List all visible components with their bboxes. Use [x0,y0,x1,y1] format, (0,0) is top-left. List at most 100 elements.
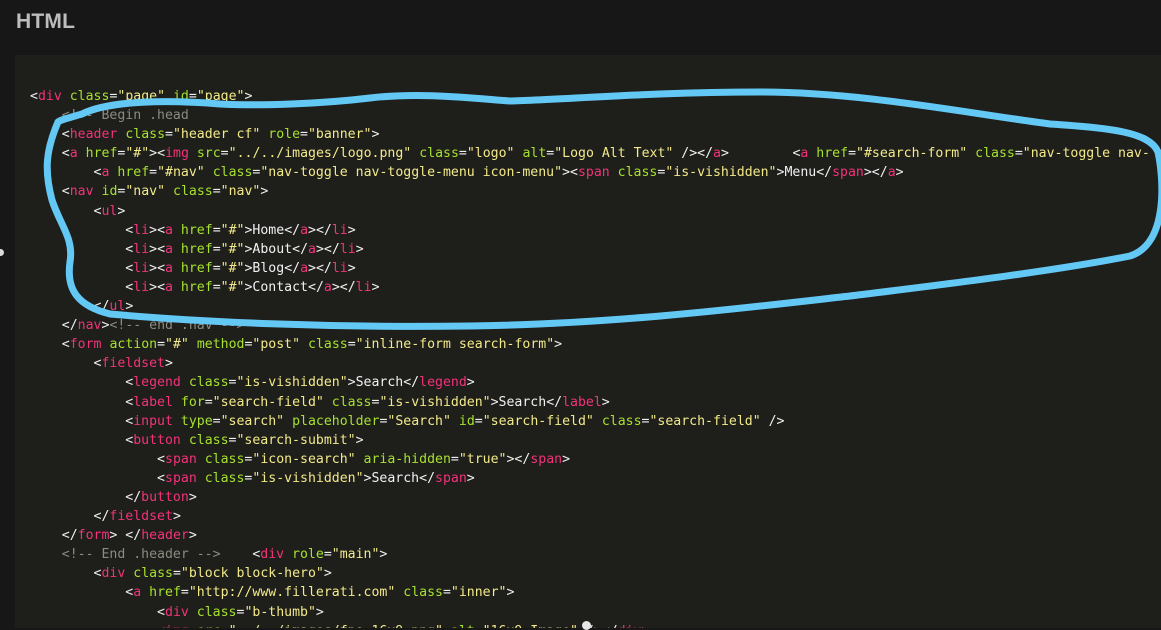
code-token: ></ [863,165,888,181]
code-line[interactable]: </fieldset> [30,507,1150,526]
code-line[interactable]: <li><a href="#">Home</a></li> [30,221,1150,240]
code-token: fieldset [101,356,166,372]
code-token: </ [308,279,324,295]
code-block[interactable]: <div class="page" id="page"> <!-- Begin … [30,87,1150,628]
code-token: "#" [220,222,245,238]
code-line[interactable]: <div class="block block-hero"> [30,564,1150,583]
code-line[interactable]: <li><a href="#">Blog</a></li> [30,259,1150,278]
code-token: span [435,470,467,486]
code-token: "inline-form search-form" [355,337,555,353]
code-token: alt [522,146,547,162]
code-token: = [212,260,221,276]
code-token: li [355,279,372,295]
code-line[interactable]: <header class="header cf" role="banner"> [30,125,1150,144]
code-line[interactable]: </nav><!-- end .nav --> [30,316,1150,335]
code-token: "http://www.fillerati.com" [188,585,396,601]
code-line[interactable]: </form> </header> [30,526,1150,545]
code-token: = [212,279,221,295]
code-token: href [180,260,213,276]
code-token: > [562,451,571,467]
code-token: class [188,432,229,448]
code-panel[interactable]: <div class="page" id="page"> <!-- Begin … [15,55,1161,628]
code-line[interactable]: <button class="search-submit"> [30,431,1150,450]
code-token: < [61,146,70,162]
code-token: </ [546,394,563,410]
code-token: > [323,566,332,582]
code-token: < [61,184,70,200]
code-line[interactable]: <div class="page" id="page"> [30,87,1150,106]
code-token: button [141,489,189,505]
code-token: = [1014,146,1023,162]
code-token: class [331,394,372,410]
code-token: /> [760,413,785,429]
code-line[interactable]: <nav id="nav" class="nav"> [30,182,1150,201]
code-line[interactable]: <!-- End .header --> <div role="main"> [30,545,1150,564]
code-token: id [458,413,475,429]
code-token: href [180,241,213,257]
code-line[interactable]: <a href="#nav" class="nav-toggle nav-tog… [30,163,1150,182]
code-line[interactable]: <ul> [30,202,1150,221]
code-token: </ [292,241,309,257]
code-token: >< [562,165,578,181]
code-line[interactable]: </ul> [30,297,1150,316]
code-line[interactable]: <label for="search-field" class="is-vish… [30,393,1150,412]
code-token: "page" [117,89,166,104]
code-line[interactable]: <span class="icon-search" aria-hidden="t… [30,450,1150,469]
code-token: li [331,260,348,276]
code-token: = [157,337,166,353]
code-token: "#nav" [157,165,205,181]
code-token: Blog [252,260,285,276]
code-token: a [323,279,332,295]
code-token: = [848,146,857,162]
code-token: div [618,624,642,628]
code-token: >< [149,260,166,276]
code-line[interactable]: <!-- Begin .head [30,106,1150,125]
code-line[interactable]: <a href="http://www.fillerati.com" class… [30,583,1150,602]
code-token: = [212,222,221,238]
code-token: "Logo Alt Text" [554,146,674,162]
code-line[interactable]: <div class="b-thumb"> [30,603,1150,622]
code-token: = [212,413,221,429]
code-line[interactable]: <fieldset> [30,354,1150,373]
code-line[interactable]: <legend class="is-vishidden">Search</leg… [30,373,1150,392]
code-token: ul [101,203,118,219]
code-token: </ [125,489,142,505]
code-token: > [895,165,904,181]
code-token: a [887,165,896,181]
code-token: form [77,528,110,544]
code-token: class [69,89,110,104]
code-token: = [323,547,332,563]
code-token: class [419,146,459,162]
code-token: a [300,222,309,238]
code-token: > [347,260,356,276]
code-token: div [37,89,62,104]
code-token: < [30,89,38,104]
code-token: </ [403,375,420,391]
code-token: label [133,394,173,410]
code-line[interactable]: </button> [30,488,1150,507]
code-token: method [196,337,245,353]
code-token: img [165,146,189,162]
code-line[interactable]: <form action="#" method="post" class="in… [30,335,1150,354]
code-line[interactable]: <input type="search" placeholder="Search… [30,412,1150,431]
code-token: = [212,184,221,200]
code-line[interactable]: <a href="#"><img src="../../images/logo.… [30,144,1150,163]
code-line[interactable]: <li><a href="#">Contact</a></li> [30,278,1150,297]
code-line[interactable]: <span class="is-vishidden">Search</span> [30,469,1150,488]
code-token: "search-field" [212,394,324,410]
code-line[interactable]: <li><a href="#">About</a></li> [30,240,1150,259]
code-token: a [165,279,173,295]
code-token: </ [93,299,110,315]
